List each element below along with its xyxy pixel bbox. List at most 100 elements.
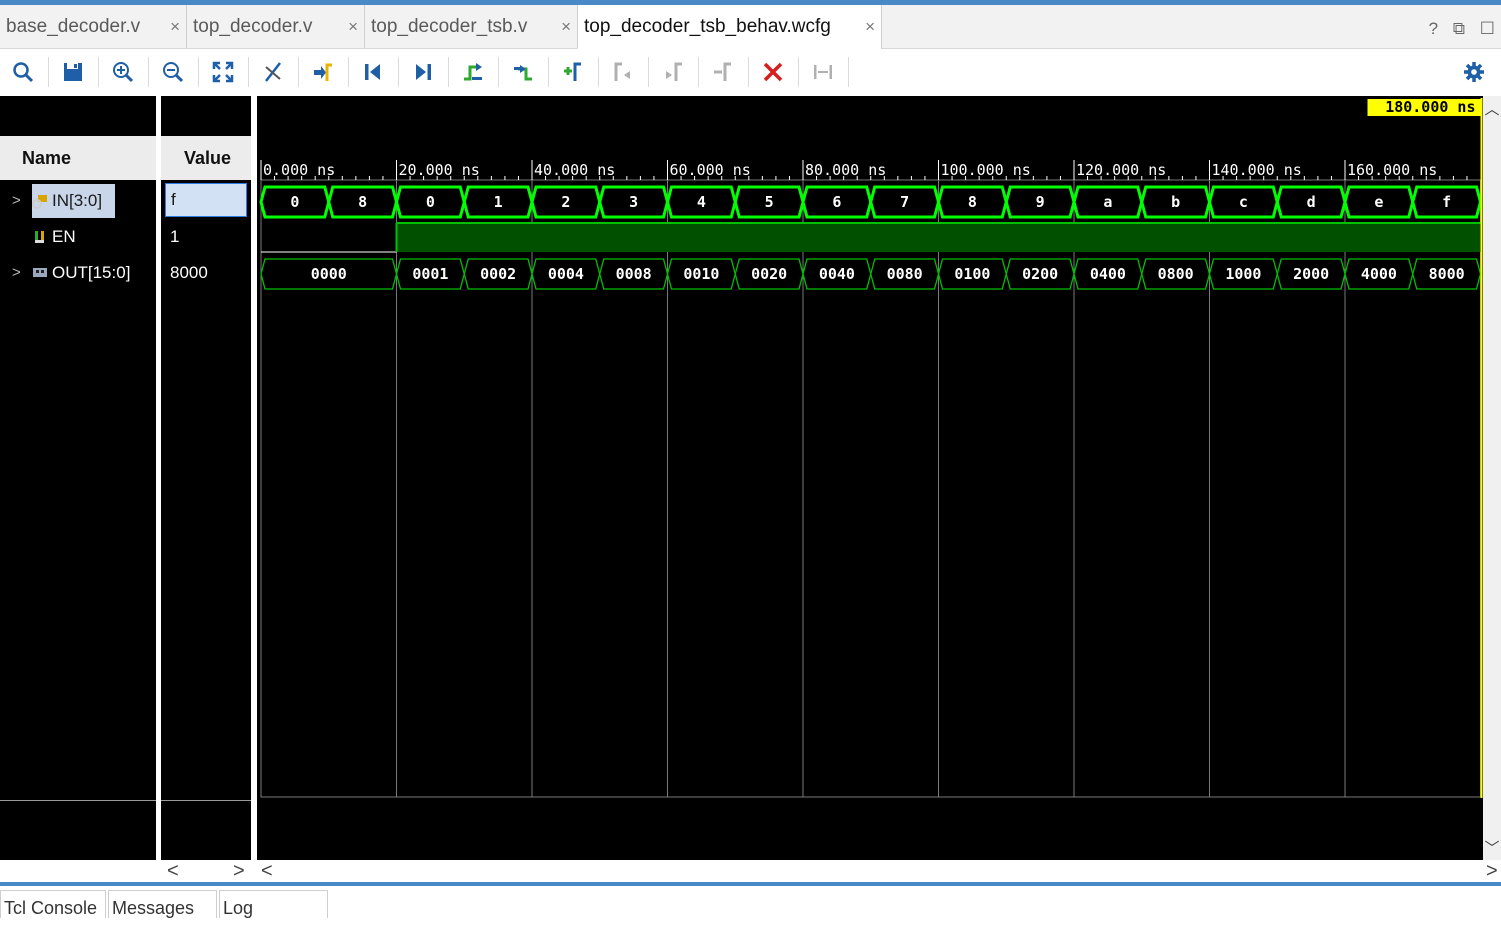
cursor-time-label: 180.000 ns xyxy=(1385,98,1475,116)
tab-label: top_decoder_tsb_behav.wcfg xyxy=(584,16,831,37)
scroll-right-icon[interactable]: > xyxy=(233,860,245,882)
time-tick-label: 120.000 ns xyxy=(1076,161,1166,179)
in-bus-value-label: a xyxy=(1103,193,1112,211)
maximize-icon[interactable]: ☐ xyxy=(1480,19,1495,38)
waveform-toolbar xyxy=(0,49,1501,95)
close-icon[interactable]: × xyxy=(348,5,358,49)
bit-input-icon xyxy=(35,231,44,243)
in-bus-value-label: 9 xyxy=(1036,193,1045,211)
close-icon[interactable]: × xyxy=(865,5,875,49)
in-bus-value-label: f xyxy=(1442,193,1451,211)
in-bus-value-label: 0 xyxy=(290,193,299,211)
vertical-scrollbar[interactable]: ︿ ﹀ xyxy=(1483,96,1501,860)
signal-value-en: 1 xyxy=(170,227,180,246)
tab-label: base_decoder.v xyxy=(6,16,141,37)
time-tick-label: 60.000 ns xyxy=(670,161,751,179)
time-tick-label: 40.000 ns xyxy=(534,161,615,179)
bottom-tab-bar: Tcl Console Messages Log xyxy=(0,886,1501,918)
out-bus-value-label: 0020 xyxy=(751,265,787,283)
in-bus-value-label: 2 xyxy=(561,193,570,211)
value-column-header[interactable]: Value xyxy=(161,136,251,180)
out-bus-value-label: 4000 xyxy=(1361,265,1397,283)
time-tick-label: 160.000 ns xyxy=(1347,161,1437,179)
waveform-canvas[interactable]: 0.000 ns 20.000 ns 40.000 ns 60.000 ns 80.00… xyxy=(257,96,1483,860)
go-to-end-icon[interactable] xyxy=(406,55,440,89)
in-bus-value-label: 5 xyxy=(765,193,774,211)
signal-value-panel: Value f 1 8000 xyxy=(161,96,251,860)
scroll-up-icon[interactable]: ︿ xyxy=(1483,98,1501,119)
next-marker-icon[interactable] xyxy=(656,55,690,89)
next-transition-icon[interactable] xyxy=(506,55,540,89)
signal-row-en[interactable]: EN xyxy=(0,220,156,254)
horizontal-scrollbar[interactable]: < > < > xyxy=(161,860,1501,882)
cursor-snap-icon[interactable] xyxy=(256,55,290,89)
scroll-left-icon[interactable]: < xyxy=(167,860,179,882)
time-tick-label: 140.000 ns xyxy=(1212,161,1302,179)
help-icon[interactable]: ? xyxy=(1429,19,1438,38)
name-column-header[interactable]: Name xyxy=(0,136,156,180)
bus-output-icon xyxy=(33,268,47,277)
search-icon[interactable] xyxy=(6,55,40,89)
chevron-right-icon[interactable]: > xyxy=(12,184,21,218)
scroll-down-icon[interactable]: ﹀ xyxy=(1483,837,1501,858)
selection-highlight: IN[3:0] xyxy=(32,184,115,218)
zoom-in-icon[interactable] xyxy=(106,55,140,89)
previous-marker-icon[interactable] xyxy=(606,55,640,89)
signal-name: OUT[15:0] xyxy=(52,263,131,282)
tab-label: top_decoder_tsb.v xyxy=(371,16,528,37)
tab-base-decoder[interactable]: base_decoder.v × xyxy=(0,5,187,48)
out-bus-value-label: 0100 xyxy=(954,265,990,283)
tab-top-decoder[interactable]: top_decoder.v × xyxy=(187,5,365,48)
time-tick-label: 20.000 ns xyxy=(399,161,480,179)
time-tick-label: 100.000 ns xyxy=(941,161,1031,179)
chevron-right-icon[interactable]: > xyxy=(12,256,21,290)
save-icon[interactable] xyxy=(56,55,90,89)
add-marker-icon[interactable] xyxy=(556,55,590,89)
in-bus-value-label: 0 xyxy=(426,193,435,211)
in-bus-value-label: 7 xyxy=(900,193,909,211)
scroll-right-icon[interactable]: > xyxy=(1486,860,1498,882)
tab-tcl-console[interactable]: Tcl Console xyxy=(0,890,106,918)
signal-name: IN[3:0] xyxy=(52,191,103,210)
out-bus-value-label: 0004 xyxy=(548,265,584,283)
zoom-out-icon[interactable] xyxy=(156,55,190,89)
scroll-left-icon[interactable]: < xyxy=(261,860,273,882)
time-tick-label: 80.000 ns xyxy=(805,161,886,179)
settings-gear-icon[interactable] xyxy=(1457,55,1491,89)
out-bus-value-label: 0008 xyxy=(616,265,652,283)
marker-range-icon[interactable] xyxy=(806,55,840,89)
in-bus-value-label: 6 xyxy=(832,193,841,211)
restore-icon[interactable]: ⧉ xyxy=(1453,19,1465,38)
tab-messages[interactable]: Messages xyxy=(108,890,217,918)
go-to-start-icon[interactable] xyxy=(356,55,390,89)
in-bus-value-label: 8 xyxy=(358,193,367,211)
signal-value-out: 8000 xyxy=(170,263,208,282)
waveform-svg[interactable]: 0.000 ns 20.000 ns 40.000 ns 60.000 ns 80.00… xyxy=(257,96,1483,860)
out-bus-value-label: 2000 xyxy=(1293,265,1329,283)
close-icon[interactable]: × xyxy=(561,5,571,49)
signal-name: EN xyxy=(52,227,76,246)
signal-row-in[interactable]: > IN[3:0] xyxy=(0,184,156,218)
signal-name-panel: Name > IN[3:0] EN > OUT[15:0] xyxy=(0,96,156,860)
tab-log[interactable]: Log xyxy=(219,890,328,918)
delete-icon[interactable] xyxy=(756,55,790,89)
time-tick-label: 0.000 ns xyxy=(263,161,335,179)
zoom-fit-icon[interactable] xyxy=(206,55,240,89)
out-bus-value-label: 8000 xyxy=(1429,265,1465,283)
en-high-fill xyxy=(396,223,1481,252)
in-bus-value-label: d xyxy=(1307,193,1316,211)
in-bus-value-label: 1 xyxy=(494,193,503,211)
tab-top-decoder-tsb-behav-wcfg[interactable]: top_decoder_tsb_behav.wcfg × xyxy=(578,5,882,49)
signal-value-in[interactable]: f xyxy=(165,183,247,217)
previous-transition-icon[interactable] xyxy=(456,55,490,89)
divider xyxy=(0,800,156,801)
close-icon[interactable]: × xyxy=(170,5,180,49)
tab-top-decoder-tsb[interactable]: top_decoder_tsb.v × xyxy=(365,5,578,48)
window-controls: ? ⧉ ☐ xyxy=(1419,19,1495,39)
go-to-time-zero-icon[interactable] xyxy=(306,55,340,89)
signal-row-out[interactable]: > OUT[15:0] xyxy=(0,256,156,290)
remove-marker-icon[interactable] xyxy=(706,55,740,89)
out-bus-value-label: 0001 xyxy=(412,265,448,283)
in-bus-value-label: b xyxy=(1171,193,1180,211)
out-bus-value-label: 0200 xyxy=(1022,265,1058,283)
